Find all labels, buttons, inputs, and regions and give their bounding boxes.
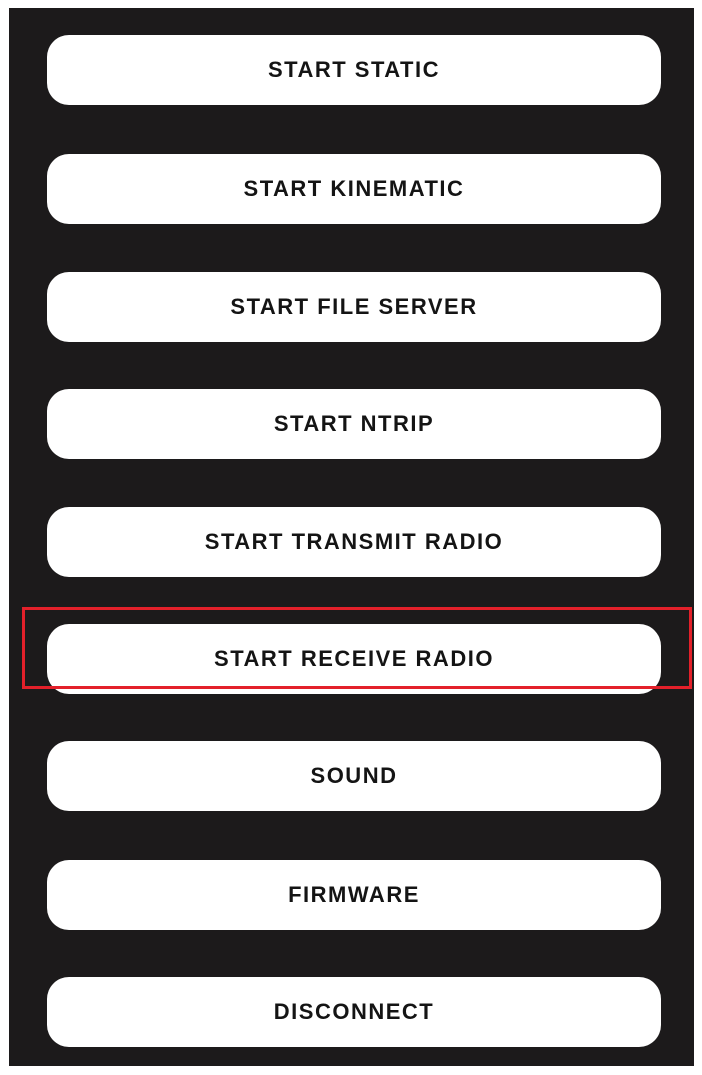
start-receive-radio-button[interactable]: START RECEIVE RADIO [47, 624, 661, 694]
start-transmit-radio-button[interactable]: START TRANSMIT RADIO [47, 507, 661, 577]
start-static-button[interactable]: START STATIC [47, 35, 661, 105]
sound-label: SOUND [310, 763, 398, 788]
start-transmit-radio-label: START TRANSMIT RADIO [204, 529, 504, 554]
start-ntrip-button[interactable]: START NTRIP [47, 389, 661, 459]
start-ntrip-label: START NTRIP [273, 411, 435, 436]
start-file-server-button[interactable]: START FILE SERVER [47, 272, 661, 342]
firmware-button[interactable]: FIRMWARE [47, 860, 661, 930]
firmware-label: FIRMWARE [288, 882, 420, 907]
start-static-label: START STATIC [268, 57, 440, 82]
sound-button[interactable]: SOUND [47, 741, 661, 811]
start-receive-radio-label: START RECEIVE RADIO [214, 646, 494, 671]
disconnect-button[interactable]: DISCONNECT [47, 977, 661, 1047]
start-kinematic-button[interactable]: START KINEMATIC [47, 154, 661, 224]
disconnect-label: DISCONNECT [273, 999, 435, 1024]
start-kinematic-label: START KINEMATIC [243, 176, 465, 201]
start-file-server-label: START FILE SERVER [230, 294, 478, 319]
